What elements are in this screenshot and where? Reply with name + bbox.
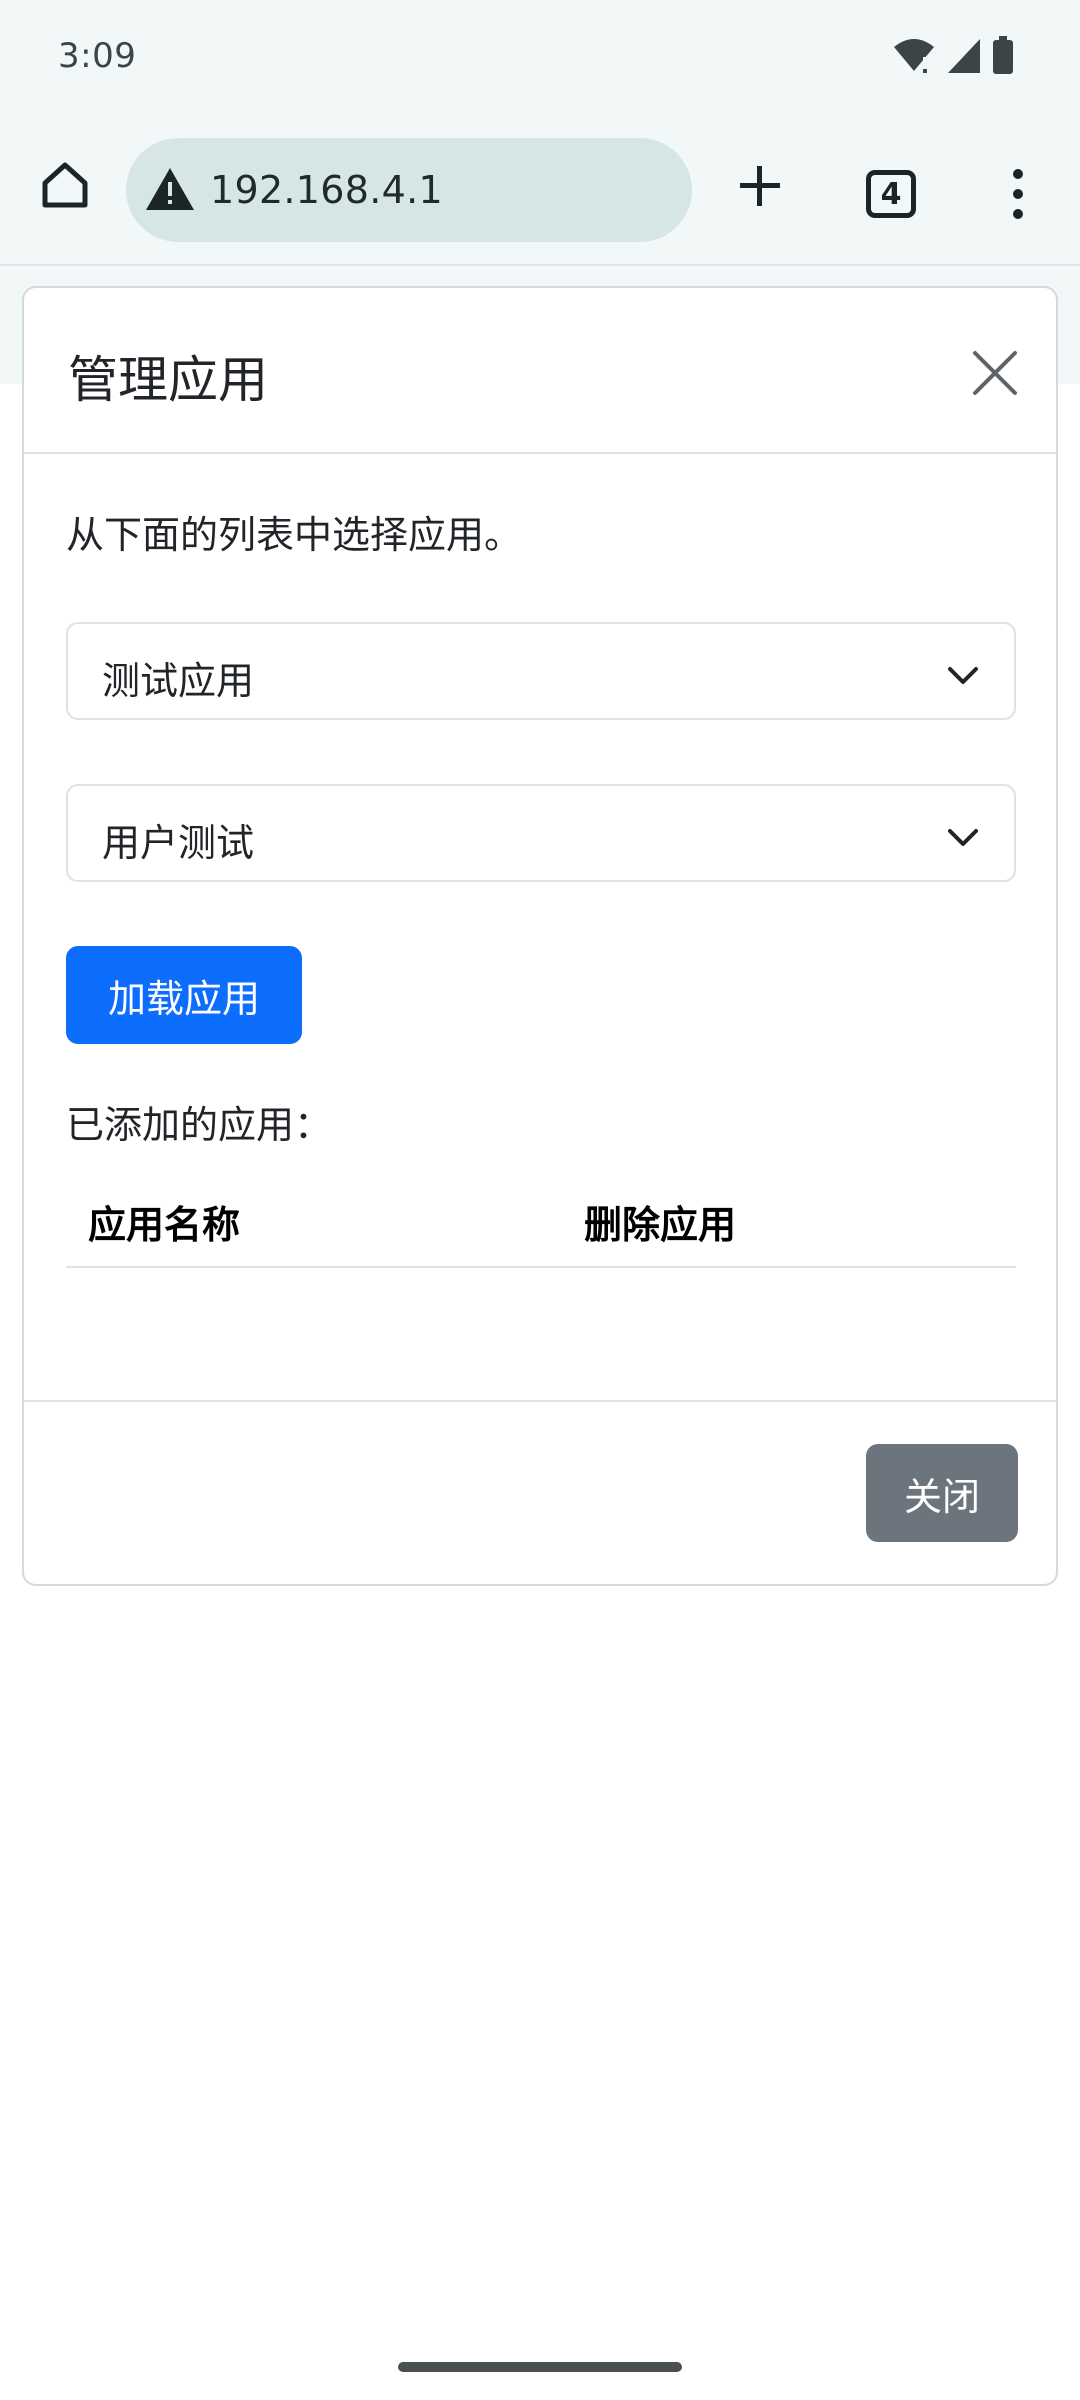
close-icon bbox=[973, 351, 1017, 395]
chevron-down-icon bbox=[948, 829, 978, 846]
load-app-button[interactable]: 加载应用 bbox=[66, 946, 302, 1044]
instruction-text: 从下面的列表中选择应用。 bbox=[66, 513, 523, 557]
url-text: 192.168.4.1 bbox=[210, 168, 443, 212]
added-apps-label: 已添加的应用： bbox=[66, 1103, 333, 1147]
home-icon bbox=[42, 162, 88, 208]
plus-icon bbox=[740, 166, 780, 206]
close-x-button[interactable] bbox=[970, 348, 1020, 398]
status-time: 3:09 bbox=[58, 36, 137, 76]
close-button[interactable]: 关闭 bbox=[866, 1444, 1018, 1542]
user-select[interactable]: 用户测试 bbox=[66, 784, 1016, 882]
home-button[interactable] bbox=[36, 156, 94, 214]
user-select-value: 用户测试 bbox=[102, 821, 255, 865]
gesture-home-indicator[interactable] bbox=[398, 2362, 682, 2372]
status-bar: 3:09 bbox=[0, 0, 1080, 118]
tab-switcher-button[interactable]: 4 bbox=[866, 170, 916, 218]
browser-toolbar: 192.168.4.1 bbox=[0, 118, 1080, 266]
column-header-app-name: 应用名称 bbox=[88, 1203, 241, 1247]
manage-apps-modal: 管理应用 从下面的列表中选择应用。 测试应用 用户测试 加载应用 已添加的应用：… bbox=[22, 286, 1058, 1586]
modal-title: 管理应用 bbox=[68, 351, 268, 409]
status-icons bbox=[892, 36, 1014, 76]
warning-icon bbox=[146, 168, 194, 210]
new-tab-button[interactable] bbox=[730, 156, 790, 216]
added-apps-table: 应用名称 删除应用 bbox=[66, 1184, 1016, 1268]
modal-footer: 关闭 bbox=[24, 1400, 1056, 1586]
more-vert-icon bbox=[1013, 169, 1023, 219]
app-select[interactable]: 测试应用 bbox=[66, 622, 1016, 720]
app-select-value: 测试应用 bbox=[102, 659, 255, 703]
battery-icon bbox=[993, 36, 1013, 74]
column-header-delete-app: 删除应用 bbox=[584, 1203, 737, 1247]
chevron-down-icon bbox=[948, 667, 978, 684]
wifi-alert-icon bbox=[894, 39, 934, 73]
tab-count: 4 bbox=[880, 176, 902, 212]
modal-header: 管理应用 bbox=[24, 288, 1056, 454]
browser-menu-button[interactable] bbox=[998, 164, 1038, 224]
address-bar[interactable]: 192.168.4.1 bbox=[126, 138, 692, 242]
cell-signal-icon bbox=[948, 39, 980, 73]
